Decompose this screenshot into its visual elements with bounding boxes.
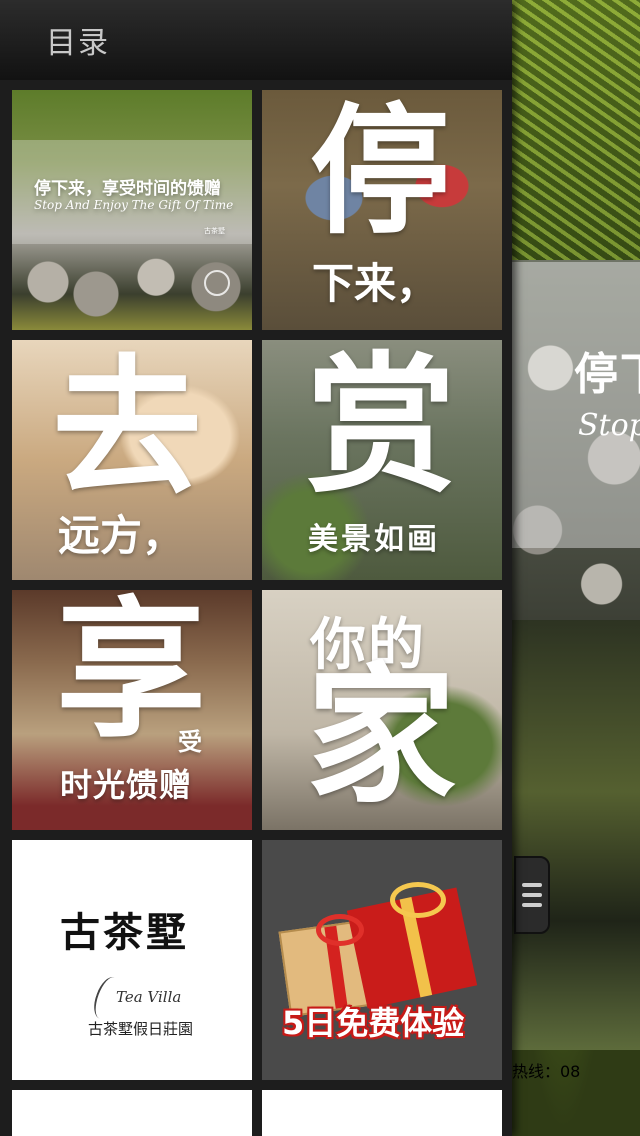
- tile-stop-and-enjoy[interactable]: 停下来，享受时间的馈赠 Stop And Enjoy The Gift Of T…: [12, 90, 252, 330]
- tile-brand[interactable]: 古茶墅 Tea Villa 古茶墅假日莊園: [12, 840, 252, 1080]
- drawer-title: 目录: [46, 26, 110, 61]
- tile-logo: 古茶墅: [204, 227, 225, 235]
- tile-caption: 时光馈赠: [60, 766, 193, 804]
- menu-toggle-button[interactable]: [514, 856, 550, 934]
- background-script: Stop: [578, 408, 640, 443]
- background-text-layer: 停下 Stop 热线：08: [512, 0, 640, 1136]
- hamburger-icon: [522, 883, 542, 887]
- catalog-drawer: 目录 停下来，享受时间的馈赠 Stop And Enjoy The Gift O…: [0, 0, 512, 1136]
- tile-enjoy[interactable]: 享 受 时光馈赠: [12, 590, 252, 830]
- tile-small-char: 受: [178, 728, 202, 756]
- tile-partial[interactable]: [12, 1090, 252, 1136]
- tile-stop[interactable]: 停 下来，: [262, 90, 502, 330]
- tile-go[interactable]: 去 远方，: [12, 340, 252, 580]
- tile-headline: 停下来，享受时间的馈赠: [34, 179, 221, 199]
- tile-home[interactable]: 你的 家: [262, 590, 502, 830]
- brand-name: 古茶墅: [60, 910, 189, 956]
- brand-script: Tea Villa: [116, 988, 182, 1006]
- tile-big-char: 家: [306, 650, 457, 824]
- tile-view[interactable]: 赏 美景如画: [262, 340, 502, 580]
- tile-partial[interactable]: [262, 1090, 502, 1136]
- background-headline: 停下: [574, 349, 640, 400]
- drawer-header: 目录: [0, 0, 512, 80]
- tile-caption: 远方，: [58, 511, 185, 560]
- tile-big-char: 停: [310, 91, 451, 254]
- tile-trial[interactable]: 5日免费体验: [262, 840, 502, 1080]
- tile-big-char: 去: [52, 342, 203, 516]
- tile-caption: 美景如画: [308, 522, 440, 557]
- tap-hand-icon: [204, 270, 230, 296]
- brand-fullname: 古茶墅假日莊園: [88, 1020, 194, 1038]
- hotline-bar[interactable]: 热线：08: [512, 1058, 580, 1082]
- trial-label: 5日免费体验: [282, 1004, 465, 1042]
- tile-caption: 下来，: [312, 259, 439, 308]
- tile-subtitle: Stop And Enjoy The Gift Of Time: [34, 198, 234, 212]
- tile-big-char: 赏: [306, 340, 457, 514]
